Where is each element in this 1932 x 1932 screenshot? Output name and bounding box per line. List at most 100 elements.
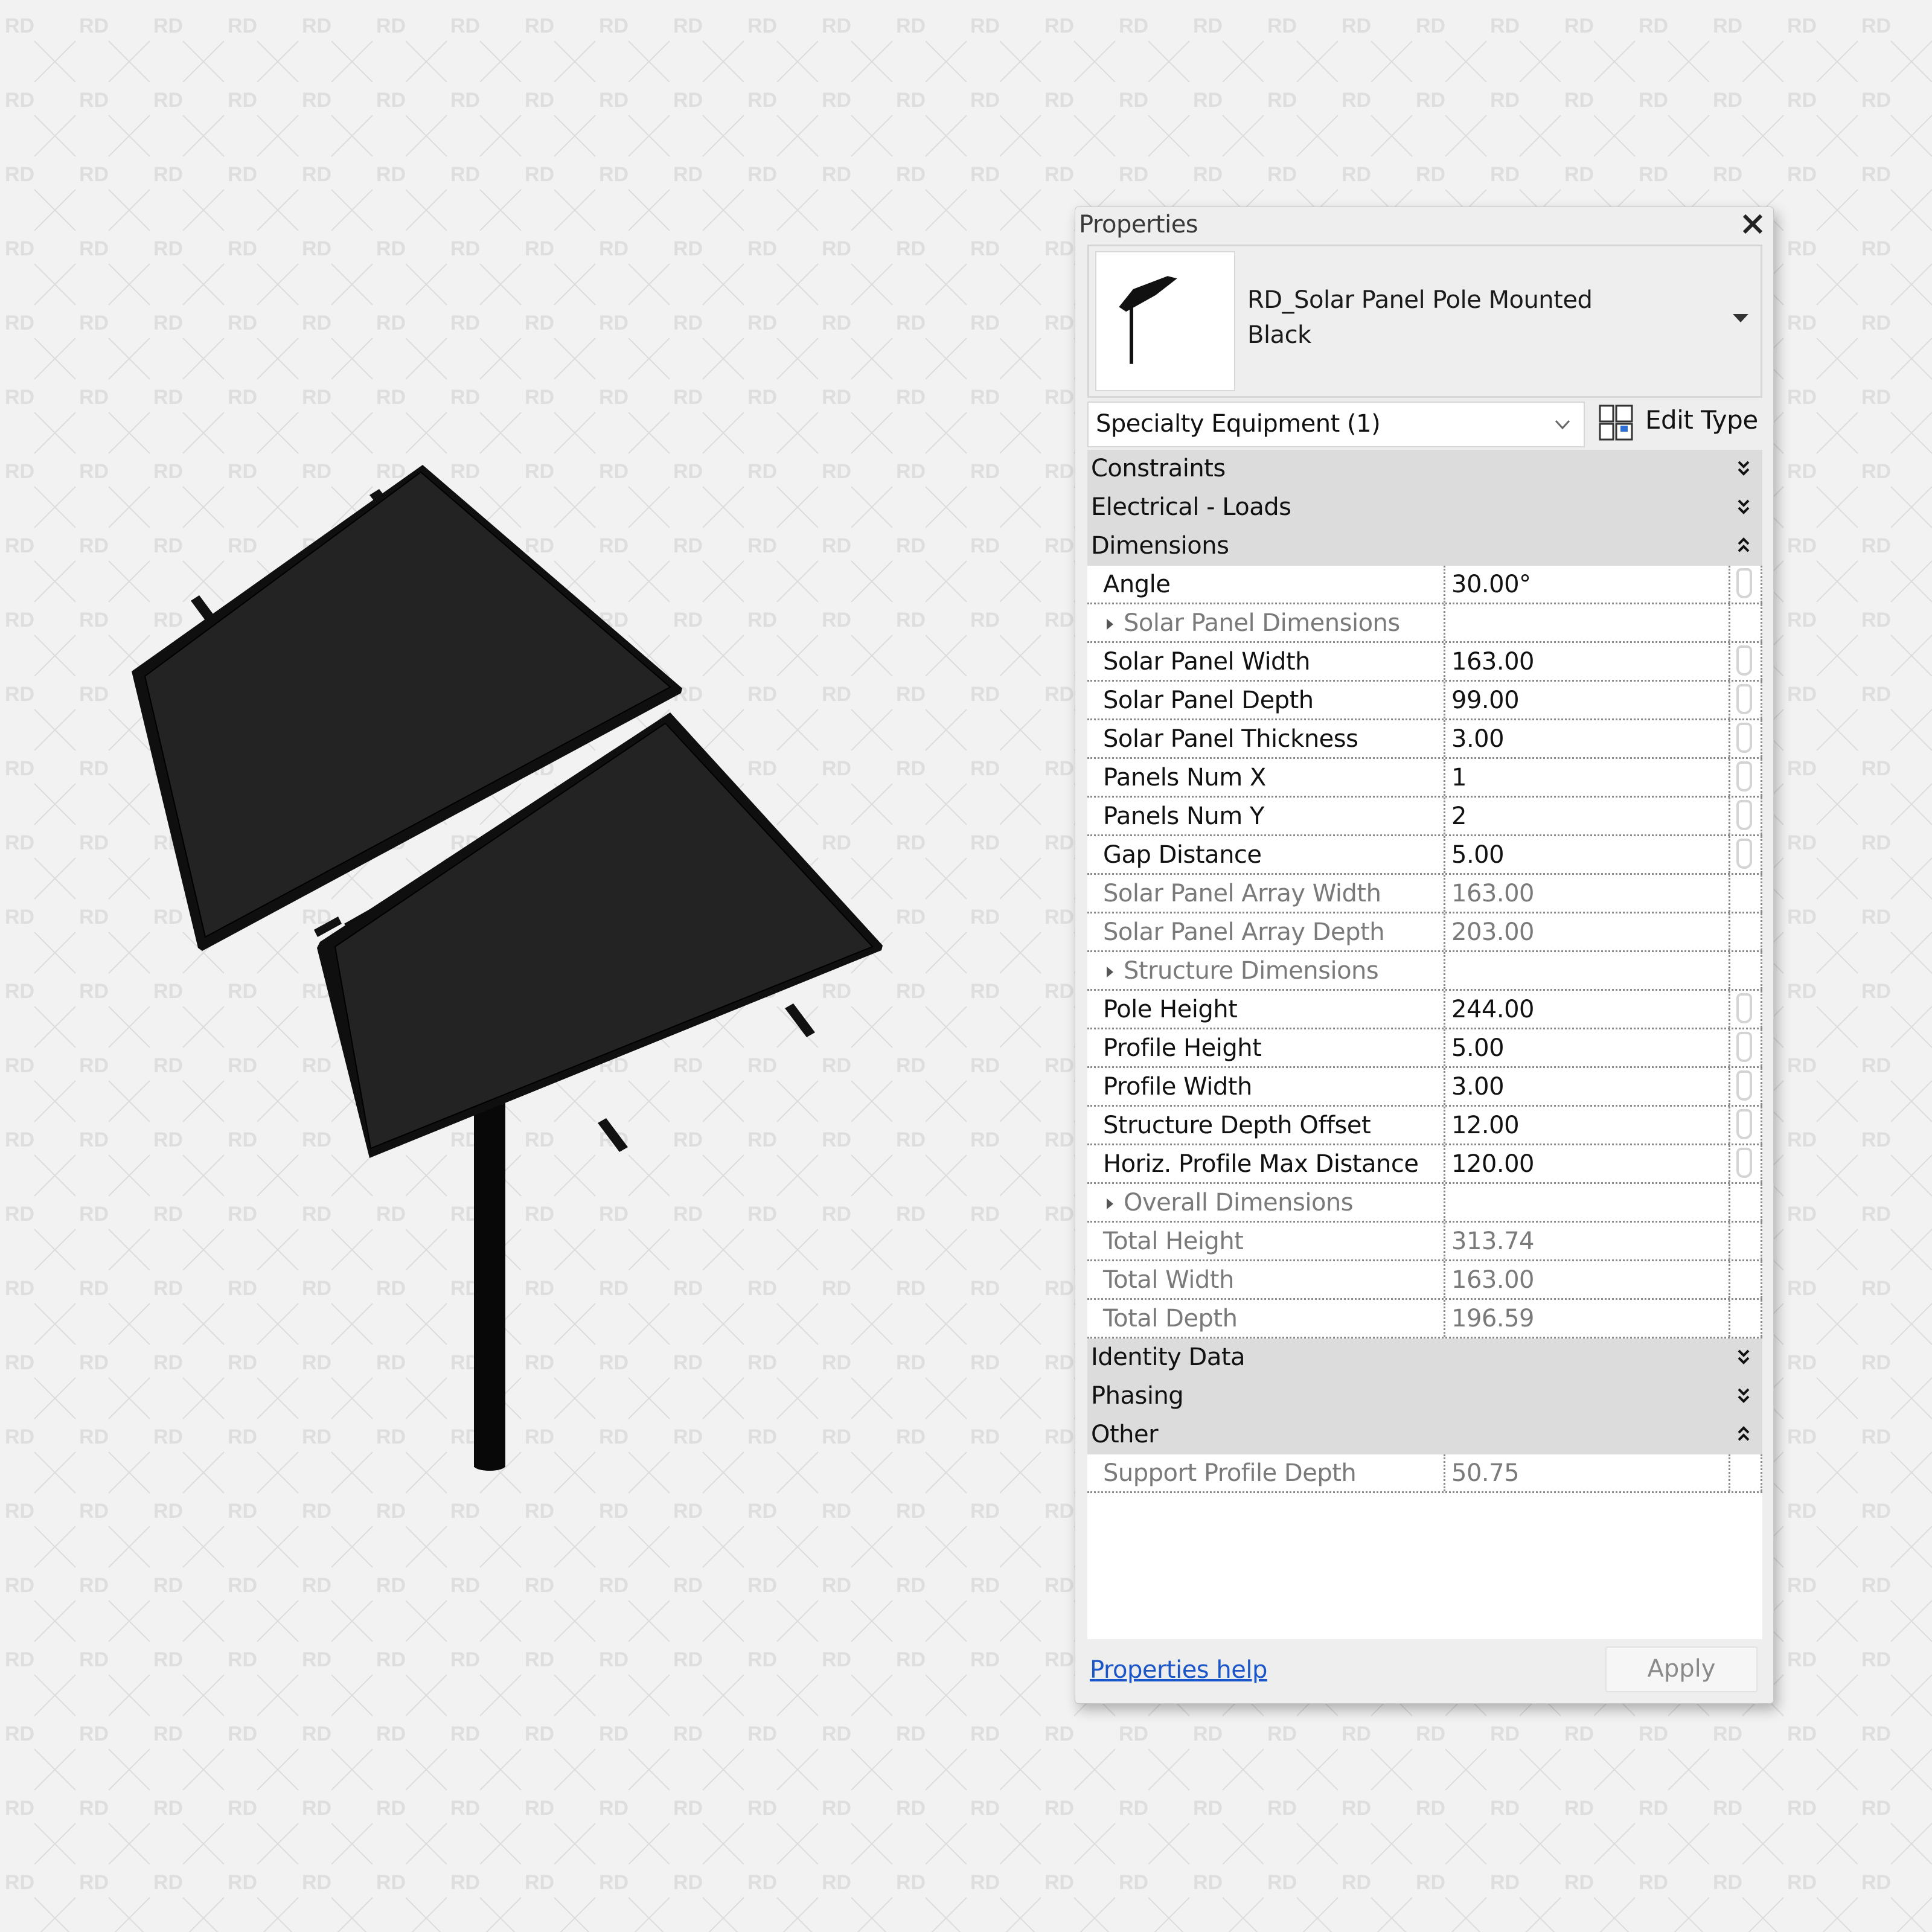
- properties-palette: Properties RD_Solar Panel Pole Mounted B…: [1075, 206, 1774, 1704]
- associate-parameter-button[interactable]: [1736, 761, 1752, 792]
- collapse-group-icon[interactable]: [1736, 534, 1751, 556]
- edit-type-label: Edit Type: [1645, 405, 1758, 435]
- subgroup-row[interactable]: Overall Dimensions: [1087, 1184, 1762, 1223]
- parameter-row: Solar Panel Thickness 3.00: [1087, 720, 1762, 759]
- parameter-value-field[interactable]: 5.00: [1444, 1029, 1729, 1066]
- subgroup-row[interactable]: Solar Panel Dimensions: [1087, 604, 1762, 643]
- group-header[interactable]: Electrical - Loads: [1087, 488, 1762, 527]
- subgroup-label: Overall Dimensions: [1124, 1189, 1353, 1217]
- associate-parameter-button[interactable]: [1736, 1148, 1752, 1178]
- subgroup-label: Solar Panel Dimensions: [1124, 609, 1400, 637]
- parameter-row: Structure Depth Offset 12.00: [1087, 1107, 1762, 1145]
- parameter-name: Pole Height: [1103, 996, 1237, 1023]
- associate-parameter-button[interactable]: [1736, 1032, 1752, 1062]
- parameter-row: Angle 30.00°: [1087, 566, 1762, 604]
- associate-cell: [1729, 1107, 1762, 1144]
- parameter-value: 12.00: [1451, 1112, 1519, 1139]
- associate-parameter-button[interactable]: [1736, 568, 1752, 598]
- associate-cell: [1729, 991, 1762, 1028]
- pole-shaft: [474, 1093, 505, 1467]
- parameter-value: 5.00: [1451, 841, 1504, 869]
- expand-triangle-icon[interactable]: [1107, 1198, 1113, 1209]
- associate-cell: [1729, 1300, 1762, 1337]
- properties-help-link[interactable]: Properties help: [1090, 1656, 1267, 1684]
- subgroup-row[interactable]: Structure Dimensions: [1087, 952, 1762, 991]
- parameter-row: Panels Num X 1: [1087, 759, 1762, 798]
- parameter-name: Total Width: [1103, 1266, 1234, 1294]
- parameter-row: Support Profile Depth 50.75: [1087, 1454, 1762, 1493]
- parameter-value-field[interactable]: 30.00°: [1444, 566, 1729, 603]
- expand-triangle-icon[interactable]: [1107, 619, 1113, 630]
- group-header[interactable]: Dimensions: [1087, 527, 1762, 566]
- parameter-name: Solar Panel Thickness: [1103, 725, 1358, 753]
- associate-cell: [1729, 1184, 1762, 1221]
- collapse-group-icon[interactable]: [1736, 1423, 1751, 1445]
- parameter-row: Solar Panel Array Width 163.00: [1087, 875, 1762, 913]
- parameter-name: Panels Num X: [1103, 764, 1266, 792]
- value-cell: [1444, 604, 1729, 641]
- parameter-name: Solar Panel Array Width: [1103, 880, 1381, 907]
- properties-titlebar[interactable]: Properties: [1075, 207, 1773, 238]
- parameter-value: 2: [1451, 802, 1467, 830]
- associate-parameter-button[interactable]: [1736, 800, 1752, 830]
- parameter-name: Total Depth: [1103, 1305, 1237, 1332]
- parameter-name: Profile Width: [1103, 1073, 1252, 1101]
- expand-group-icon[interactable]: [1736, 457, 1751, 479]
- type-thumbnail: [1095, 251, 1235, 391]
- type-selector[interactable]: RD_Solar Panel Pole Mounted Black: [1087, 245, 1762, 398]
- associate-cell: [1729, 643, 1762, 680]
- associate-cell: [1729, 566, 1762, 603]
- parameter-value-field[interactable]: 163.00: [1444, 643, 1729, 680]
- group-header[interactable]: Constraints: [1087, 450, 1762, 488]
- associate-parameter-button[interactable]: [1736, 1070, 1752, 1101]
- type-dropdown-arrow-icon[interactable]: [1733, 314, 1748, 322]
- parameter-row: Total Height 313.74: [1087, 1223, 1762, 1261]
- associate-cell: [1729, 1223, 1762, 1259]
- parameter-value: 99.00: [1451, 686, 1519, 714]
- parameter-value: 3.00: [1451, 1073, 1504, 1101]
- parameter-value: 1: [1451, 764, 1467, 792]
- parameter-value-field[interactable]: 120.00: [1444, 1145, 1729, 1182]
- close-icon[interactable]: [1741, 212, 1765, 236]
- associate-cell: [1729, 1145, 1762, 1182]
- associate-parameter-button[interactable]: [1736, 1109, 1752, 1139]
- group-label: Identity Data: [1091, 1343, 1245, 1371]
- parameter-value-field[interactable]: 5.00: [1444, 836, 1729, 873]
- pole-base: [474, 1461, 505, 1471]
- associate-cell: [1729, 759, 1762, 796]
- associate-cell: [1729, 913, 1762, 950]
- parameter-value: 120.00: [1451, 1150, 1534, 1178]
- group-header[interactable]: Identity Data: [1087, 1339, 1762, 1377]
- associate-cell: [1729, 798, 1762, 834]
- associate-parameter-button[interactable]: [1736, 839, 1752, 869]
- group-header[interactable]: Phasing: [1087, 1377, 1762, 1416]
- parameter-value: 163.00: [1451, 648, 1534, 676]
- parameter-value-field[interactable]: 3.00: [1444, 720, 1729, 757]
- expand-group-icon[interactable]: [1736, 1384, 1751, 1406]
- group-header[interactable]: Other: [1087, 1416, 1762, 1454]
- expand-group-icon[interactable]: [1736, 1346, 1751, 1367]
- parameter-value-field[interactable]: 12.00: [1444, 1107, 1729, 1144]
- parameter-value-field[interactable]: 99.00: [1444, 682, 1729, 718]
- chevron-down-icon: [1553, 415, 1572, 433]
- associate-parameter-button[interactable]: [1736, 723, 1752, 753]
- rail-bottom-stub: [598, 1118, 628, 1152]
- parameter-value-field[interactable]: 2: [1444, 798, 1729, 834]
- expand-triangle-icon[interactable]: [1107, 967, 1113, 977]
- parameter-value-field[interactable]: 244.00: [1444, 991, 1729, 1028]
- category-filter-dropdown[interactable]: Specialty Equipment (1): [1087, 401, 1585, 447]
- parameter-value: 3.00: [1451, 725, 1504, 753]
- parameter-value: 163.00: [1451, 1266, 1534, 1294]
- associate-parameter-button[interactable]: [1736, 993, 1752, 1023]
- associate-parameter-button[interactable]: [1736, 645, 1752, 676]
- parameter-row: Total Depth 196.59: [1087, 1300, 1762, 1339]
- parameter-value-field: 313.74: [1444, 1223, 1729, 1259]
- parameter-value-field[interactable]: 1: [1444, 759, 1729, 796]
- apply-button[interactable]: Apply: [1605, 1646, 1758, 1692]
- associate-parameter-button[interactable]: [1736, 684, 1752, 714]
- type-name-line1: RD_Solar Panel Pole Mounted: [1247, 283, 1592, 318]
- expand-group-icon[interactable]: [1736, 496, 1751, 517]
- associate-cell: [1729, 1261, 1762, 1298]
- parameter-value-field[interactable]: 3.00: [1444, 1068, 1729, 1105]
- parameter-row: Panels Num Y 2: [1087, 798, 1762, 836]
